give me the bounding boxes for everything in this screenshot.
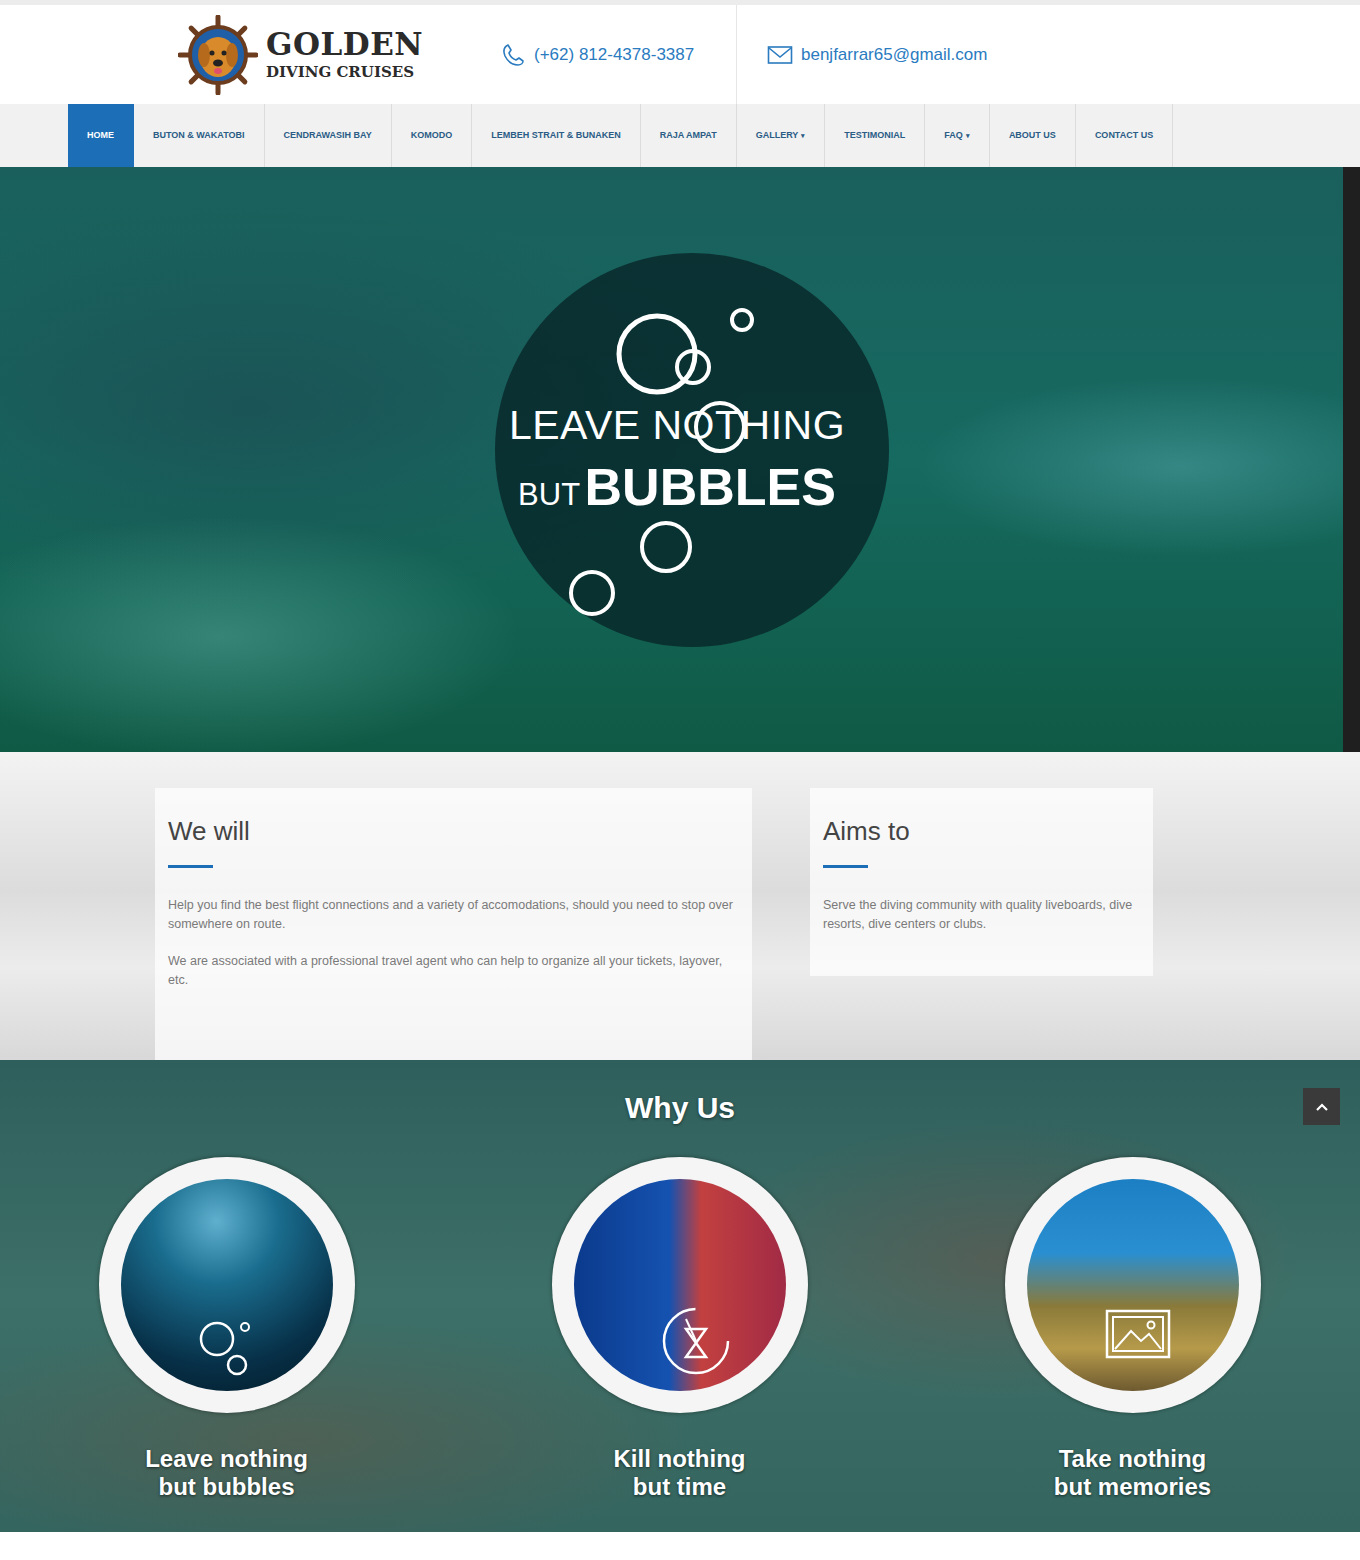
hero-circle: LEAVE NOTHINGBUT BUBBLES (495, 253, 889, 647)
hero-word: BUBBLES (585, 458, 836, 516)
bubbles-icon (121, 1179, 333, 1391)
nav-label[interactable]: RAJA AMPAT (660, 130, 717, 140)
title-rule (168, 865, 213, 868)
hero-slogan: LEAVE NOTHINGBUT BUBBLES (495, 403, 889, 526)
caret-icon[interactable]: ▾ (801, 132, 805, 139)
bubbles-icon (495, 253, 889, 647)
nav-label[interactable]: FAQ (944, 130, 963, 140)
nav-item[interactable]: FAQ▾ (925, 104, 990, 167)
nav-item[interactable]: GALLERY▾ (737, 104, 826, 167)
label-line: but time (614, 1473, 746, 1501)
nav-item[interactable]: CONTACT US (1076, 104, 1173, 167)
logo-text: GOLDEN DIVING CRUISES (266, 29, 423, 81)
why-us-section: Why Us Leave nothingbut bubbles Kill nothi… (0, 1060, 1360, 1532)
feature-circle[interactable] (99, 1157, 355, 1413)
hero-edge (1343, 167, 1360, 752)
intro-card: Aims to Serve the diving community with q… (810, 788, 1153, 976)
card-title: Aims to (823, 816, 1140, 847)
feature-circle[interactable] (1005, 1157, 1261, 1413)
email-contact[interactable]: benjfarrar65@gmail.com (737, 42, 987, 68)
intro-card: We will Help you find the best flight con… (155, 788, 752, 1060)
nav-label[interactable]: ABOUT US (1009, 130, 1056, 140)
card-title: We will (168, 816, 739, 847)
nav-label[interactable]: BUTON & WAKATOBI (153, 130, 245, 140)
section-title: Why Us (0, 1060, 1360, 1128)
title-rule (823, 865, 868, 868)
nav-label[interactable]: LEMBEH STRAIT & BUNAKEN (491, 130, 621, 140)
logo[interactable]: GOLDEN DIVING CRUISES (0, 15, 500, 95)
nav-label[interactable]: GALLERY (756, 130, 799, 140)
label-line: Kill nothing (614, 1445, 746, 1473)
mail-icon (767, 45, 793, 65)
phone-icon (500, 42, 526, 68)
label-line: but bubbles (145, 1473, 308, 1501)
email-address[interactable]: benjfarrar65@gmail.com (801, 42, 987, 68)
nav-label[interactable]: KOMODO (411, 130, 453, 140)
card-text: Help you find the best flight connection… (168, 896, 739, 934)
feature: Leave nothingbut bubbles (0, 1157, 453, 1501)
nav-item[interactable]: RAJA AMPAT (641, 104, 737, 167)
main-nav: HOME BUTON & WAKATOBI CENDRAWASIH BAY KOMOD… (0, 104, 1360, 167)
card-text: Serve the diving community with quality … (823, 896, 1140, 934)
hero-line: LEAVE NOTHING (495, 403, 859, 448)
hourglass-icon (574, 1179, 786, 1391)
nav-label[interactable]: CENDRAWASIH BAY (284, 130, 372, 140)
label-line: Leave nothing (145, 1445, 308, 1473)
nav-item[interactable]: KOMODO (392, 104, 473, 167)
feature-label: Kill nothingbut time (614, 1445, 746, 1501)
why-us-grid: Leave nothingbut bubblesKill nothingbut … (0, 1157, 1360, 1501)
phone-number[interactable]: (+62) 812-4378-3387 (534, 42, 694, 68)
nav-item[interactable]: CENDRAWASIH BAY (265, 104, 392, 167)
hero: LEAVE NOTHINGBUT BUBBLES (0, 167, 1360, 752)
nav-item[interactable]: HOME (68, 104, 134, 167)
feature-photo (1027, 1179, 1239, 1391)
feature-label: Take nothingbut memories (1054, 1445, 1211, 1501)
nav-item[interactable]: BUTON & WAKATOBI (134, 104, 265, 167)
chevron-up-icon (1315, 1102, 1329, 1112)
nav-label[interactable]: CONTACT US (1095, 130, 1153, 140)
caret-icon[interactable]: ▾ (966, 132, 970, 139)
logo-subtitle: DIVING CRUISES (266, 63, 423, 81)
label-line: but memories (1054, 1473, 1211, 1501)
nav-label[interactable]: HOME (87, 130, 114, 140)
header: GOLDEN DIVING CRUISES (+62) 812-4378-3387 b… (0, 5, 1360, 104)
gallery-icon (1027, 1179, 1239, 1391)
logo-title: GOLDEN (266, 29, 423, 60)
phone-contact[interactable]: (+62) 812-4378-3387 (500, 5, 737, 104)
label-line: Take nothing (1054, 1445, 1211, 1473)
feature-photo (121, 1179, 333, 1391)
hero-line-2: BUT BUBBLES (495, 448, 859, 526)
feature: Take nothingbut memories (906, 1157, 1359, 1501)
logo-icon (178, 15, 258, 95)
feature-photo (574, 1179, 786, 1391)
footer-space (0, 1532, 1360, 1560)
nav-item[interactable]: ABOUT US (990, 104, 1076, 167)
hero-photo: LEAVE NOTHINGBUT BUBBLES (0, 167, 1343, 752)
nav-label[interactable]: TESTIMONIAL (844, 130, 905, 140)
nav-item[interactable]: LEMBEH STRAIT & BUNAKEN (472, 104, 641, 167)
card-text: We are associated with a professional tr… (168, 952, 739, 990)
feature: Kill nothingbut time (453, 1157, 906, 1501)
feature-label: Leave nothingbut bubbles (145, 1445, 308, 1501)
feature-circle[interactable] (552, 1157, 808, 1413)
nav-item[interactable]: TESTIMONIAL (825, 104, 925, 167)
scroll-top-button[interactable] (1303, 1088, 1340, 1125)
hero-word: BUT (518, 477, 580, 512)
intro-section: We will Help you find the best flight con… (0, 752, 1360, 1060)
bubbles-icon (495, 253, 889, 647)
